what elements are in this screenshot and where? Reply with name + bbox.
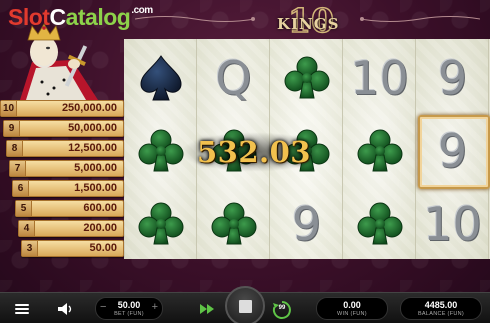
- symbol-highlight-frame: [418, 115, 490, 189]
- spade-symbol-icon: [124, 41, 197, 114]
- game-logo: 10 KINGS: [255, 3, 355, 39]
- club-symbol-icon: [270, 41, 343, 114]
- symbol-label: 9: [291, 196, 322, 251]
- symbol-label: 10: [423, 196, 482, 251]
- symbol-label: 9: [437, 50, 468, 105]
- win-amount: 532.03: [180, 132, 328, 172]
- letter-symbol: 9: [416, 41, 489, 114]
- club-symbol-icon: [197, 187, 270, 260]
- letter-symbol: 9: [270, 187, 343, 260]
- letter-symbol: Q: [197, 41, 270, 114]
- king-character-icon: [20, 23, 98, 100]
- logo-word: KINGS: [277, 15, 340, 33]
- paytable-row: 10 250,000.00: [0, 100, 124, 117]
- symbol-label: Q: [215, 50, 252, 105]
- paytable-row: 3 50.00: [21, 240, 124, 257]
- symbol-label: 10: [350, 50, 409, 105]
- paytable: 10 250,000.00 9 50,000.00 8 12,500.00 7 …: [0, 100, 124, 260]
- stop-spin-button[interactable]: [225, 286, 265, 323]
- right-flourish-icon: [360, 16, 480, 22]
- slotcatalog-watermark: SlotCatalog.com: [8, 4, 153, 30]
- letter-symbol: 10: [343, 41, 416, 114]
- left-flourish-icon: [135, 16, 255, 22]
- win-display: 0.00 WIN (FUN): [316, 297, 388, 320]
- reel-4: 10: [343, 39, 416, 259]
- paytable-row: 5 600.00: [15, 200, 124, 217]
- paytable-row: 9 50,000.00: [3, 120, 124, 137]
- sound-icon[interactable]: [54, 298, 76, 320]
- turbo-fast-forward-icon[interactable]: [196, 298, 218, 320]
- club-symbol-icon: [124, 187, 197, 260]
- menu-icon[interactable]: [11, 298, 33, 320]
- stop-icon: [239, 300, 252, 313]
- autoplay-count: 99: [278, 305, 286, 311]
- paytable-row: 7 5,000.00: [9, 160, 124, 177]
- paytable-row: 4 200.00: [18, 220, 124, 237]
- club-symbol-icon: [343, 187, 416, 260]
- paytable-row: 6 1,500.00: [12, 180, 124, 197]
- club-symbol-icon: [343, 114, 416, 187]
- balance-display: 4485.00 BALANCE (FUN): [400, 297, 482, 320]
- letter-symbol: 10: [416, 187, 489, 260]
- bet-increase-icon[interactable]: +: [152, 301, 158, 313]
- paytable-row: 8 12,500.00: [6, 140, 124, 157]
- bet-display[interactable]: − 50.00 BET (FUN) +: [95, 297, 163, 320]
